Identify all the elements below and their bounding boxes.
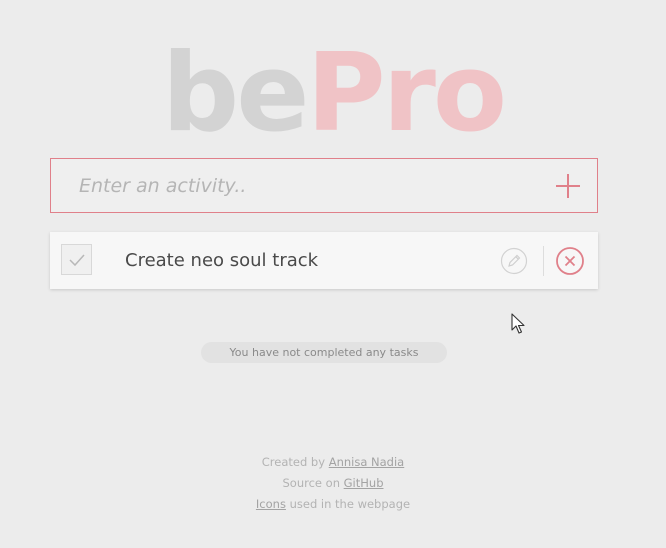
activity-entry-bar — [50, 158, 598, 213]
icons-link[interactable]: Icons — [256, 497, 286, 511]
footer-icons-suffix: used in the webpage — [285, 497, 411, 511]
pencil-icon — [500, 247, 528, 275]
footer-created-prefix: Created by — [261, 455, 329, 469]
author-link[interactable]: Annisa Nadia — [329, 455, 405, 469]
task-label: Create neo soul track — [125, 250, 319, 271]
add-activity-button[interactable] — [553, 171, 583, 201]
footer-source-line: Source on GitHub — [0, 473, 666, 494]
github-link[interactable]: GitHub — [344, 476, 384, 490]
complete-task-checkbox[interactable] — [61, 244, 92, 275]
footer-credit-line: Created by Annisa Nadia — [0, 452, 666, 473]
logo-part-pro: Pro — [306, 31, 507, 156]
remove-task-button[interactable] — [555, 246, 585, 276]
edit-task-button[interactable] — [500, 247, 528, 275]
mouse-pointer-icon — [511, 313, 525, 334]
check-icon — [69, 254, 85, 267]
task-action-divider — [543, 246, 544, 276]
logo-part-be: be — [161, 31, 310, 156]
footer-icons-line: Icons used in the webpage — [0, 494, 666, 515]
page-footer: Created by Annisa Nadia Source on GitHub… — [0, 452, 666, 515]
footer-source-prefix: Source on — [282, 476, 344, 490]
plus-icon — [556, 174, 580, 198]
close-circle-icon — [556, 247, 584, 275]
completion-status: You have not completed any tasks — [201, 342, 447, 363]
task-item: Create neo soul track — [50, 232, 598, 289]
app-logo: bePro — [0, 34, 666, 154]
activity-input[interactable] — [51, 159, 521, 212]
